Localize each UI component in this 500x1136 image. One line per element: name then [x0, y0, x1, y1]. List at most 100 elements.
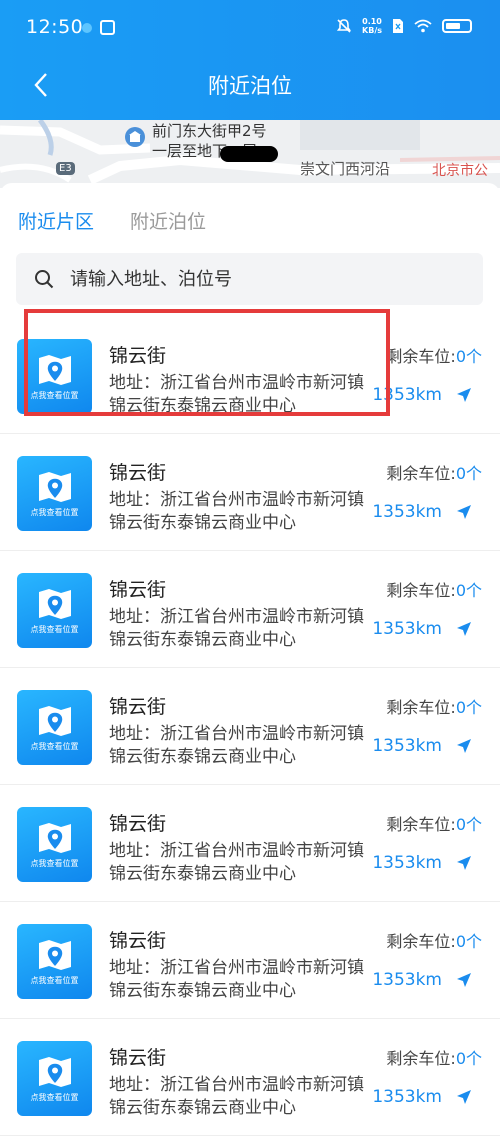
map-route-badge: E3 — [56, 162, 75, 175]
remaining-spaces: 剩余车位:0个 — [386, 811, 482, 835]
status-icons: 0.10 KB/s — [336, 17, 472, 35]
net-speed-value: 0.10 — [362, 17, 382, 26]
thumbnail-caption: 点我查看位置 — [30, 976, 79, 985]
map-pin-icon — [38, 1057, 71, 1087]
remaining-count: 0个 — [455, 932, 482, 951]
berth-name: 锦云街 — [109, 930, 167, 952]
distance-value: 1353km — [372, 970, 442, 990]
map-place-label: 北京市公 — [432, 163, 488, 179]
distance[interactable]: 1353km — [372, 736, 472, 756]
location-thumbnail[interactable]: 点我查看位置 — [17, 456, 92, 531]
location-thumbnail[interactable]: 点我查看位置 — [17, 573, 92, 648]
berth-name: 锦云街 — [109, 1047, 167, 1069]
map-building-icon — [125, 127, 145, 147]
remaining-label: 剩余车位: — [386, 815, 456, 834]
distance[interactable]: 1353km — [372, 1087, 472, 1107]
status-time: 12:50 — [26, 16, 84, 38]
redaction-mark — [220, 146, 278, 162]
remaining-count: 0个 — [455, 815, 482, 834]
navigate-arrow-icon — [457, 1090, 471, 1104]
tab-nearby-berth[interactable]: 附近泊位 — [130, 207, 206, 234]
remaining-label: 剩余车位: — [386, 464, 456, 483]
distance-value: 1353km — [372, 502, 442, 522]
search-input[interactable] — [68, 267, 452, 291]
list-item[interactable]: 点我查看位置 锦云街 剩余车位:0个 地址：浙江省台州市温岭市新河镇锦云街东泰锦… — [0, 902, 500, 1019]
map-pin-icon — [38, 823, 71, 853]
berth-name: 锦云街 — [109, 813, 167, 835]
berth-list: 点我查看位置 锦云街 剩余车位:0个 地址：浙江省台州市温岭市新河镇锦云街东泰锦… — [0, 317, 500, 1136]
map-label-line1: 前门东大街甲2号 — [152, 122, 267, 140]
berth-name: 锦云街 — [109, 462, 167, 484]
distance[interactable]: 1353km — [372, 853, 472, 873]
berth-address: 地址：浙江省台州市温岭市新河镇锦云街东泰锦云商业中心 — [109, 841, 364, 884]
remaining-label: 剩余车位: — [386, 347, 456, 366]
remaining-spaces: 剩余车位:0个 — [386, 928, 482, 952]
remaining-label: 剩余车位: — [386, 1049, 456, 1068]
navigate-arrow-icon — [457, 856, 471, 870]
remaining-label: 剩余车位: — [386, 932, 456, 951]
berth-address: 地址：浙江省台州市温岭市新河镇锦云街东泰锦云商业中心 — [109, 1075, 364, 1118]
location-thumbnail[interactable]: 点我查看位置 — [17, 1041, 92, 1116]
app-notification-icon — [100, 20, 115, 35]
remaining-count: 0个 — [455, 464, 482, 483]
map-road-name: 崇文门西河沿 — [300, 160, 391, 178]
status-bar: 12:50 0.10 KB/s — [0, 0, 500, 58]
wifi-icon — [414, 19, 432, 33]
sim-icon — [393, 19, 403, 33]
search-bar[interactable] — [16, 253, 483, 305]
search-icon — [35, 270, 54, 289]
remaining-count: 0个 — [455, 698, 482, 717]
annotation-highlight-box — [24, 309, 390, 416]
map-pin-icon — [38, 472, 71, 502]
net-speed-unit: KB/s — [362, 26, 382, 35]
navigate-arrow-icon — [457, 973, 471, 987]
distance-value: 1353km — [372, 1087, 442, 1107]
berth-name: 锦云街 — [109, 696, 167, 718]
berth-address: 地址：浙江省台州市温岭市新河镇锦云街东泰锦云商业中心 — [109, 490, 364, 533]
thumbnail-caption: 点我查看位置 — [30, 742, 79, 751]
navigate-arrow-icon — [457, 505, 471, 519]
distance-value: 1353km — [372, 853, 442, 873]
distance[interactable]: 1353km — [372, 502, 472, 522]
berth-address: 地址：浙江省台州市温岭市新河镇锦云街东泰锦云商业中心 — [109, 958, 364, 1001]
remaining-spaces: 剩余车位:0个 — [386, 460, 482, 484]
remaining-count: 0个 — [455, 347, 482, 366]
remaining-label: 剩余车位: — [386, 698, 456, 717]
location-thumbnail[interactable]: 点我查看位置 — [17, 924, 92, 999]
distance[interactable]: 1353km — [372, 619, 472, 639]
list-item[interactable]: 点我查看位置 锦云街 剩余车位:0个 地址：浙江省台州市温岭市新河镇锦云街东泰锦… — [0, 434, 500, 551]
mute-icon — [336, 19, 352, 33]
net-speed: 0.10 KB/s — [362, 17, 382, 35]
thumbnail-caption: 点我查看位置 — [30, 859, 79, 868]
map-view[interactable]: 前门东大街甲2号 一层至地下一层 崇文门西河沿 北京市公 E3 — [0, 120, 500, 188]
remaining-spaces: 剩余车位:0个 — [386, 1045, 482, 1069]
page-title: 附近泊位 — [208, 74, 292, 98]
map-pin-icon — [38, 706, 71, 736]
remaining-spaces: 剩余车位:0个 — [386, 343, 482, 367]
remaining-spaces: 剩余车位:0个 — [386, 577, 482, 601]
map-pin-icon — [38, 589, 71, 619]
notification-dot-icon — [82, 23, 92, 33]
tab-bar: 附近片区 附近泊位 — [18, 207, 206, 234]
location-thumbnail[interactable]: 点我查看位置 — [17, 807, 92, 882]
list-item[interactable]: 点我查看位置 锦云街 剩余车位:0个 地址：浙江省台州市温岭市新河镇锦云街东泰锦… — [0, 551, 500, 668]
navigate-arrow-icon — [457, 739, 471, 753]
tab-nearby-area[interactable]: 附近片区 — [18, 207, 94, 234]
list-item[interactable]: 点我查看位置 锦云街 剩余车位:0个 地址：浙江省台州市温岭市新河镇锦云街东泰锦… — [0, 668, 500, 785]
remaining-count: 0个 — [455, 1049, 482, 1068]
distance-value: 1353km — [372, 736, 442, 756]
list-item[interactable]: 点我查看位置 锦云街 剩余车位:0个 地址：浙江省台州市温岭市新河镇锦云街东泰锦… — [0, 1019, 500, 1136]
remaining-label: 剩余车位: — [386, 581, 456, 600]
map-pin-icon — [38, 940, 71, 970]
thumbnail-caption: 点我查看位置 — [30, 625, 79, 634]
navigate-arrow-icon — [457, 388, 471, 402]
distance-value: 1353km — [372, 619, 442, 639]
berth-address: 地址：浙江省台州市温岭市新河镇锦云街东泰锦云商业中心 — [109, 724, 364, 767]
distance[interactable]: 1353km — [372, 970, 472, 990]
list-item[interactable]: 点我查看位置 锦云街 剩余车位:0个 地址：浙江省台州市温岭市新河镇锦云街东泰锦… — [0, 785, 500, 902]
location-thumbnail[interactable]: 点我查看位置 — [17, 690, 92, 765]
berth-address: 地址：浙江省台州市温岭市新河镇锦云街东泰锦云商业中心 — [109, 607, 364, 650]
navigate-arrow-icon — [457, 622, 471, 636]
header: 12:50 0.10 KB/s 附近泊位 — [0, 0, 500, 120]
remaining-count: 0个 — [455, 581, 482, 600]
